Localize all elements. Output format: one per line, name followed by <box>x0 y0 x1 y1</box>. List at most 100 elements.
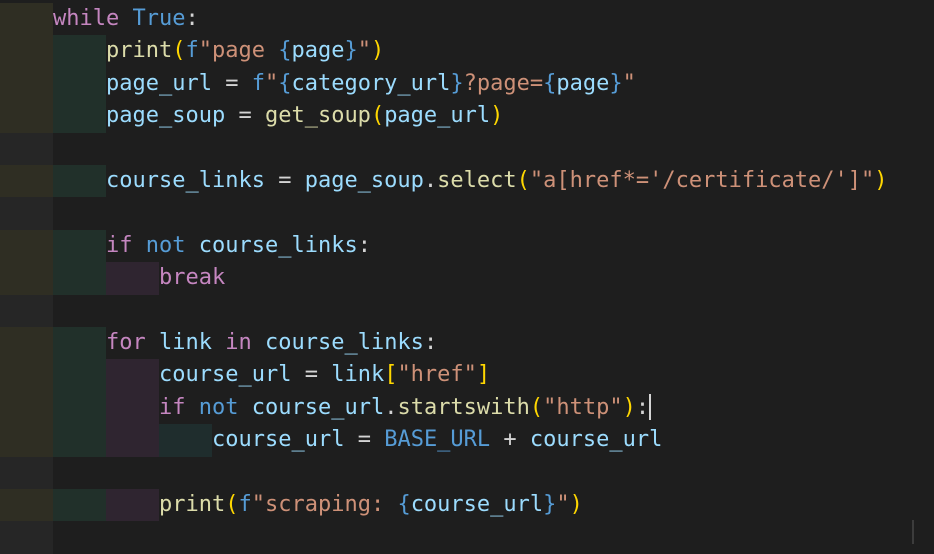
code-line[interactable]: course_links = page_soup.select("a[href*… <box>0 165 934 198</box>
indent-guide <box>0 3 53 36</box>
code-text[interactable]: if not course_url.startswith("http"): <box>159 392 652 424</box>
code-token: ) <box>622 394 636 420</box>
indent-guide <box>0 67 53 101</box>
code-text[interactable]: break <box>159 262 225 294</box>
code-token: ( <box>370 103 385 129</box>
code-editor[interactable]: while True: print(f"page {page}") page_url… <box>0 0 934 554</box>
code-token: course_url <box>529 427 663 453</box>
code-text[interactable]: for link in course_links: <box>106 327 437 359</box>
code-token: page_soup <box>304 168 424 193</box>
code-token: course_links <box>198 232 358 258</box>
code-token: [ <box>384 362 398 388</box>
code-token: { <box>278 70 292 96</box>
code-token: page_url <box>384 103 491 129</box>
code-line[interactable]: if not course_url.startswith("http"): <box>0 391 934 425</box>
code-text[interactable]: course_url = BASE_URL + course_url <box>212 424 662 456</box>
code-text[interactable]: if not course_links: <box>106 230 371 262</box>
code-line[interactable]: for link in course_links: <box>0 327 934 360</box>
code-token: " <box>357 38 371 64</box>
indent-guide <box>106 391 159 425</box>
code-line[interactable]: page_url = f"{category_url}?page={page}" <box>0 67 934 101</box>
indent-guide <box>0 165 53 198</box>
code-line[interactable]: if not course_links: <box>0 229 934 263</box>
code-token: link <box>331 362 385 388</box>
indent-guide <box>0 262 53 295</box>
code-line[interactable]: print(f"scraping: {course_url}") <box>0 489 934 522</box>
code-token: } <box>344 38 358 64</box>
code-token: course_url <box>159 362 292 388</box>
empty-line[interactable] <box>0 294 934 327</box>
code-token: if <box>106 232 133 258</box>
code-token: f <box>238 492 252 517</box>
code-token: not <box>198 394 239 420</box>
code-token: = <box>225 103 265 129</box>
code-token: { <box>397 492 411 517</box>
code-token: in <box>225 330 252 355</box>
code-token: print <box>106 38 173 64</box>
code-token: if <box>159 394 186 420</box>
indent-guide <box>106 424 159 457</box>
code-text[interactable]: print(f"scraping: {course_url}") <box>159 489 583 521</box>
code-token: : <box>357 232 371 258</box>
code-text[interactable]: course_url = link["href"] <box>159 359 490 391</box>
code-token: BASE_URL <box>384 427 491 453</box>
indent-guide <box>0 521 53 554</box>
code-token: page <box>291 38 345 64</box>
code-token: page_soup <box>106 103 226 129</box>
indent-guide <box>106 359 159 392</box>
code-token: "page <box>198 38 279 64</box>
code-text[interactable]: while True: <box>53 3 199 35</box>
code-token: } <box>450 70 464 96</box>
empty-line[interactable] <box>0 197 934 230</box>
code-token: = <box>211 70 252 96</box>
code-token: : <box>185 6 199 31</box>
code-token: ( <box>225 492 239 517</box>
indent-guide <box>0 229 53 263</box>
indent-guide <box>53 67 106 101</box>
indent-guide <box>0 424 53 457</box>
indent-guide <box>106 262 159 295</box>
code-token: ?page= <box>463 70 544 96</box>
code-token: break <box>159 265 226 291</box>
code-token: = <box>264 168 305 193</box>
indent-guide <box>106 489 159 522</box>
code-line[interactable]: while True: <box>0 3 934 36</box>
indent-guide <box>53 35 106 68</box>
empty-line[interactable] <box>0 456 934 489</box>
indent-guide <box>0 132 53 165</box>
code-line[interactable]: print(f"page {page}") <box>0 35 934 68</box>
code-line[interactable]: course_url = link["href"] <box>0 359 934 392</box>
code-token: True <box>132 6 186 31</box>
code-line[interactable]: break <box>0 262 934 295</box>
indent-guide <box>53 327 106 360</box>
empty-line[interactable] <box>0 132 934 165</box>
code-text[interactable]: page_url = f"{category_url}?page={page}" <box>106 68 636 100</box>
code-text[interactable]: page_soup = get_soup(page_url) <box>106 100 503 132</box>
code-token: link <box>159 330 212 355</box>
indent-guide <box>0 359 53 392</box>
code-token: startswith <box>397 394 530 420</box>
empty-line[interactable] <box>0 521 934 554</box>
code-token: f <box>185 38 199 64</box>
code-token: ] <box>476 362 491 388</box>
code-text[interactable]: print(f"page {page}") <box>106 35 384 67</box>
code-token: ( <box>172 38 186 64</box>
scrollbar-edge <box>912 520 914 544</box>
code-line[interactable]: course_url = BASE_URL + course_url <box>0 424 934 457</box>
code-token: . <box>423 168 438 193</box>
code-text[interactable]: course_links = page_soup.select("a[href*… <box>106 165 888 197</box>
indent-guide <box>0 489 53 522</box>
indent-guide <box>53 391 106 425</box>
indent-guide <box>53 165 106 198</box>
code-line[interactable]: page_soup = get_soup(page_url) <box>0 100 934 133</box>
code-token: not <box>145 232 186 258</box>
code-token: " <box>622 70 636 96</box>
indent-guide <box>0 197 53 230</box>
code-token: select <box>437 168 517 193</box>
code-token: = <box>344 427 385 453</box>
code-token: ) <box>874 168 888 193</box>
code-token: . <box>384 394 398 420</box>
